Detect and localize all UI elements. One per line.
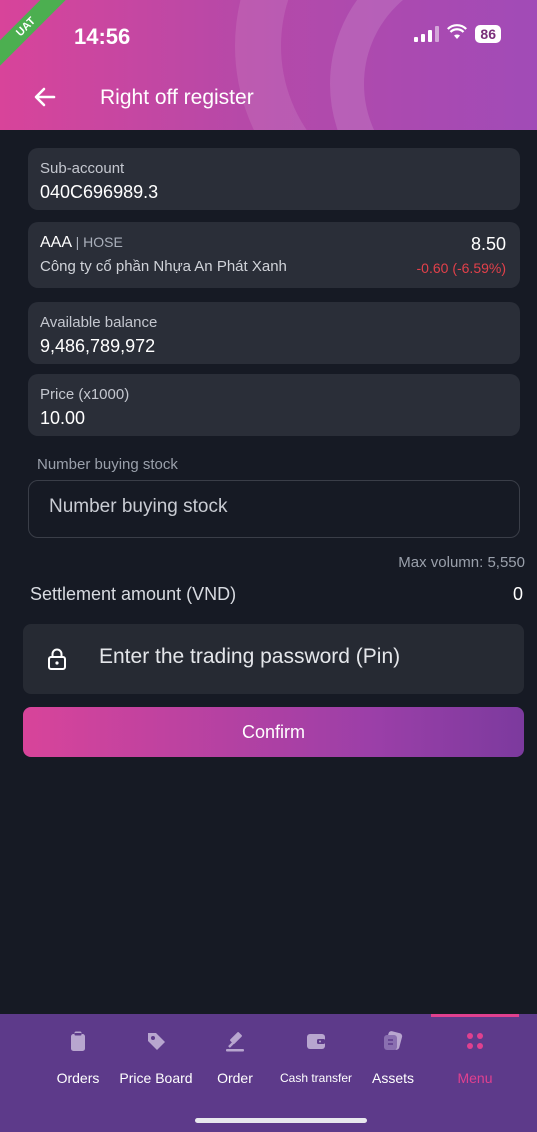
wallet-icon [305,1030,327,1052]
nav-label: Assets [371,1070,414,1086]
assets-icon [382,1030,404,1052]
app-header: UAT 14:56 86 Right off register [0,0,537,130]
sub-account-card[interactable]: Sub-account 040C696989.3 [28,148,520,210]
gavel-icon [224,1030,246,1052]
nav-item-menu[interactable]: Menu [436,1014,514,1104]
number-buying-field[interactable] [28,480,520,538]
nav-label: Menu [457,1070,493,1086]
bottom-navigation: Orders Price Board Order Cash transfer A… [0,1014,537,1132]
stock-exchange: | HOSE [75,234,123,250]
price-value: 10.00 [40,408,86,428]
price-card: Price (x1000) 10.00 [28,374,520,436]
wifi-icon [447,24,468,43]
nav-label: Orders [56,1070,100,1086]
nav-item-price-board[interactable]: Price Board [114,1014,198,1104]
available-balance-label: Available balance [40,314,158,331]
company-name: Công ty cổ phần Nhựa An Phát Xanh [40,258,287,275]
header-decoration [330,0,537,130]
stock-symbol-line: AAA | HOSE [40,234,123,252]
max-volume-text: Max volumn: 5,550 [398,554,525,571]
stock-info-card: AAA | HOSE Công ty cổ phần Nhựa An Phát … [28,222,520,288]
settlement-label: Settlement amount (VND) [30,584,237,604]
nav-label: Price Board [119,1070,193,1086]
nav-item-orders[interactable]: Orders [44,1014,112,1104]
nav-label: Order [217,1070,253,1086]
home-indicator[interactable] [195,1118,367,1123]
menu-dots-icon [464,1030,486,1052]
battery-indicator: 86 [475,24,501,43]
tag-icon [145,1030,167,1052]
sub-account-label: Sub-account [40,160,125,177]
pin-input[interactable] [97,644,501,670]
number-buying-input[interactable] [47,495,491,519]
signal-icon [414,25,440,42]
nav-item-assets[interactable]: Assets [366,1014,420,1104]
pin-field[interactable] [23,624,524,694]
number-buying-label: Number buying stock [37,456,178,473]
page-title: Right off register [100,86,254,109]
price-label: Price (x1000) [40,386,130,403]
stock-change: -0.60 (-6.59%) [416,260,506,276]
sub-account-value: 040C696989.3 [40,182,159,202]
lock-icon [47,648,67,675]
available-balance-value: 9,486,789,972 [40,336,156,356]
clipboard-icon [67,1030,89,1052]
nav-item-order[interactable]: Order [208,1014,262,1104]
status-indicators: 86 [414,24,501,43]
confirm-button[interactable]: Confirm [23,707,524,757]
available-balance-card: Available balance 9,486,789,972 [28,302,520,364]
status-time: 14:56 [74,24,131,49]
nav-item-cash-transfer[interactable]: Cash transfer [270,1014,362,1104]
stock-price: 8.50 [470,234,506,254]
nav-label: Cash transfer [279,1071,353,1085]
settlement-value: 0 [512,584,523,604]
uat-badge: UAT [0,0,67,68]
back-arrow-icon[interactable] [32,84,58,114]
stock-symbol: AAA [40,234,72,251]
